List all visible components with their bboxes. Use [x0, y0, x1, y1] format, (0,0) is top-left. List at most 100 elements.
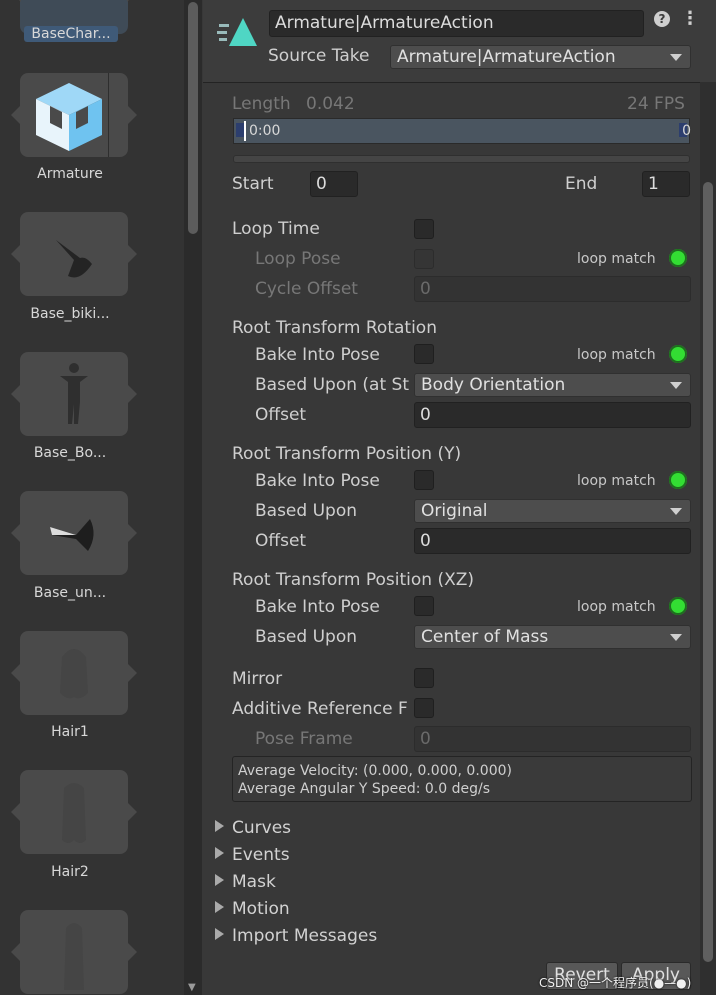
- clip-name-input[interactable]: Armature|ArmatureAction: [269, 10, 644, 37]
- rotation-based-upon-label: Based Upon (at St: [255, 375, 409, 395]
- average-velocity-info-box: Average Velocity: (0.000, 0.000, 0.000) …: [232, 756, 692, 802]
- asset-thumbnail-base-bikini[interactable]: [11, 212, 137, 296]
- time-marker: 0:00: [249, 123, 281, 139]
- menu-icon[interactable]: ⋮: [681, 8, 699, 29]
- asset-thumbnail-hair2[interactable]: [11, 770, 137, 854]
- fps-value: 24 FPS: [627, 94, 685, 114]
- pos-y-based-upon-dropdown[interactable]: Original: [414, 499, 691, 523]
- pos-y-loop-match-indicator: [669, 471, 687, 489]
- pos-xz-bake-label: Bake Into Pose: [255, 597, 380, 617]
- root-pos-y-title: Root Transform Position (Y): [232, 444, 462, 464]
- source-take-value: Armature|ArmatureAction: [397, 47, 616, 67]
- rotation-based-upon-value: Body Orientation: [421, 375, 566, 395]
- expand-triangle-icon: [215, 847, 224, 859]
- foldout-events[interactable]: Events: [215, 845, 290, 865]
- mesh-preview-icon: [60, 363, 88, 424]
- pos-xz-bake-checkbox[interactable]: [414, 596, 434, 616]
- project-scrollbar-thumb[interactable]: [188, 2, 198, 234]
- end-time-marker: 0: [682, 123, 691, 139]
- chevron-down-icon: [670, 508, 682, 515]
- pos-y-based-upon-value: Original: [421, 501, 488, 521]
- project-panel: BaseChar... Armature Base_biki... Base_B…: [0, 0, 184, 995]
- inspector-scrollbar-thumb[interactable]: [703, 182, 713, 962]
- pose-frame-input[interactable]: 0: [414, 726, 691, 752]
- source-take-label: Source Take: [268, 46, 370, 66]
- length-value: 0.042: [306, 94, 355, 114]
- animation-clip-icon: [217, 18, 257, 46]
- foldout-motion[interactable]: Motion: [215, 899, 290, 919]
- mirror-checkbox[interactable]: [414, 668, 434, 688]
- mesh-preview-icon: [64, 923, 84, 990]
- loop-time-checkbox[interactable]: [414, 219, 434, 239]
- foldout-curves-label: Curves: [232, 818, 292, 838]
- mesh-preview-icon: [62, 783, 86, 843]
- start-handle[interactable]: [236, 123, 244, 137]
- asset-label-hair2[interactable]: Hair2: [0, 864, 140, 880]
- pos-y-bake-checkbox[interactable]: [414, 470, 434, 490]
- cycle-offset-input[interactable]: 0: [414, 276, 691, 302]
- cycle-offset-label: Cycle Offset: [255, 279, 358, 299]
- asset-label-basechar[interactable]: BaseChar...: [24, 26, 118, 42]
- loop-pose-label: Loop Pose: [255, 249, 341, 269]
- rotation-based-upon-dropdown[interactable]: Body Orientation: [414, 373, 691, 397]
- expand-triangle-icon: [215, 901, 224, 913]
- asset-label-base-underwear[interactable]: Base_un...: [0, 585, 140, 601]
- foldout-import-messages-label: Import Messages: [232, 926, 378, 946]
- end-input[interactable]: 1: [642, 171, 690, 197]
- help-icon[interactable]: ?: [654, 11, 670, 27]
- watermark-text: CSDN @一个程序员(●—●): [539, 976, 692, 990]
- pos-xz-based-upon-label: Based Upon: [255, 627, 357, 647]
- asset-label-base-body[interactable]: Base_Bo...: [0, 445, 140, 461]
- pos-y-based-upon-label: Based Upon: [255, 501, 357, 521]
- length-label: Length: [232, 94, 291, 114]
- root-rotation-title: Root Transform Rotation: [232, 318, 437, 338]
- loop-match-indicator: [669, 249, 687, 267]
- foldout-mask-label: Mask: [232, 872, 276, 892]
- average-angular-speed-text: Average Angular Y Speed: 0.0 deg/s: [238, 781, 490, 797]
- model-prefab-icon: [36, 83, 102, 151]
- root-pos-xz-title: Root Transform Position (XZ): [232, 570, 475, 590]
- rotation-loop-match-label: loop match: [577, 347, 656, 363]
- average-velocity-text: Average Velocity: (0.000, 0.000, 0.000): [238, 763, 512, 779]
- foldout-curves[interactable]: Curves: [215, 818, 291, 838]
- asset-thumbnail-base-underwear[interactable]: [11, 491, 137, 575]
- playhead[interactable]: [244, 121, 246, 141]
- scroll-down-arrow-icon[interactable]: ▼: [188, 982, 196, 993]
- project-scrollbar[interactable]: ▼: [184, 0, 202, 995]
- timeline-range-slider[interactable]: [233, 155, 690, 163]
- pose-frame-label: Pose Frame: [255, 729, 353, 749]
- source-take-dropdown[interactable]: Armature|ArmatureAction: [390, 45, 691, 69]
- asset-label-base-bikini[interactable]: Base_biki...: [0, 306, 140, 322]
- mirror-label: Mirror: [232, 669, 283, 689]
- chevron-down-icon: [670, 382, 682, 389]
- pos-y-offset-input[interactable]: 0: [414, 528, 691, 554]
- rotation-offset-input[interactable]: 0: [414, 402, 691, 428]
- rotation-bake-checkbox[interactable]: [414, 344, 434, 364]
- foldout-mask[interactable]: Mask: [215, 872, 276, 892]
- loop-pose-checkbox[interactable]: [414, 249, 434, 269]
- inspector-panel: Armature|ArmatureAction ? ⋮ Source Take …: [203, 0, 716, 995]
- additive-reference-label: Additive Reference F: [232, 699, 408, 719]
- expand-triangle-icon: [215, 820, 224, 832]
- rotation-offset-label: Offset: [255, 405, 307, 425]
- pos-xz-based-upon-dropdown[interactable]: Center of Mass: [414, 625, 691, 649]
- timeline-track[interactable]: 0:00 0: [233, 118, 691, 144]
- mesh-preview-icon: [56, 240, 92, 278]
- asset-label-hair1[interactable]: Hair1: [0, 724, 140, 740]
- asset-thumbnail-base-body[interactable]: [11, 352, 137, 436]
- foldout-import-messages[interactable]: Import Messages: [215, 926, 377, 946]
- pos-xz-loop-match-label: loop match: [577, 599, 656, 615]
- inspector-scrollbar[interactable]: [700, 82, 716, 995]
- asset-thumbnail-armature[interactable]: [11, 73, 137, 157]
- loop-match-label: loop match: [577, 251, 656, 267]
- start-input[interactable]: 0: [310, 171, 358, 197]
- additive-reference-checkbox[interactable]: [414, 698, 434, 718]
- asset-thumbnail-hair3[interactable]: [11, 910, 137, 994]
- pos-y-bake-label: Bake Into Pose: [255, 471, 380, 491]
- rotation-loop-match-indicator: [669, 345, 687, 363]
- pos-y-offset-label: Offset: [255, 531, 307, 551]
- rotation-bake-label: Bake Into Pose: [255, 345, 380, 365]
- start-label: Start: [232, 174, 274, 194]
- asset-thumbnail-hair1[interactable]: [11, 631, 137, 715]
- asset-label-armature[interactable]: Armature: [0, 166, 140, 182]
